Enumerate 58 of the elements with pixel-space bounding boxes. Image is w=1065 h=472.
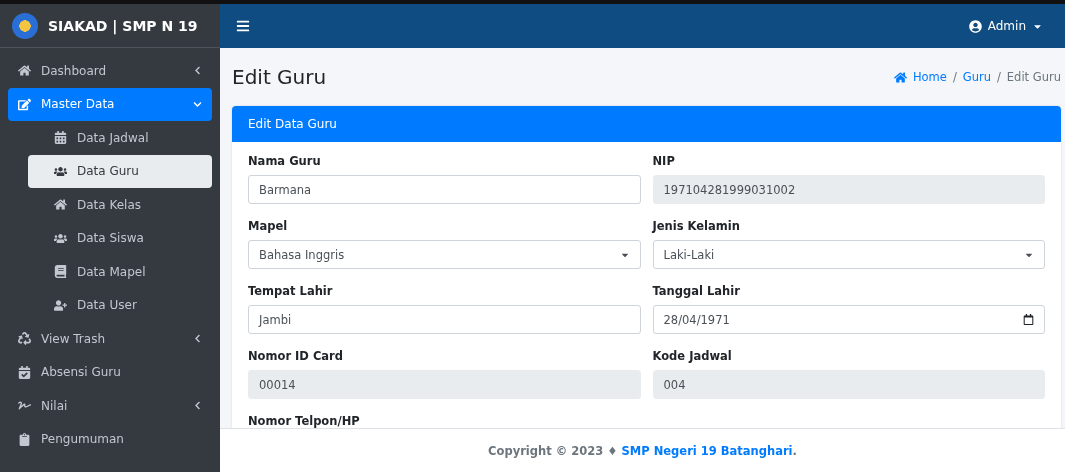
field-label: Tanggal Lahir — [652, 284, 741, 298]
calendar-icon — [54, 131, 67, 145]
menu-item[interactable]: Absensi Guru — [8, 355, 212, 389]
field-label: Kode Jadwal — [652, 349, 733, 363]
submenu-item[interactable]: Data Kelas — [28, 188, 212, 222]
breadcrumb-separator: / — [952, 70, 957, 84]
clipboard-icon — [18, 432, 31, 446]
recycle-icon — [18, 332, 31, 346]
breadcrumb-text: Edit Guru — [1006, 70, 1061, 84]
brand-title: SIAKAD | SMP N 19 — [48, 17, 198, 34]
submenu-item[interactable]: Data Mapel — [28, 255, 212, 289]
user-plus-icon — [54, 298, 67, 312]
menu-item[interactable]: Master Data — [8, 87, 212, 121]
calendar-icon — [1023, 314, 1034, 325]
breadcrumb-link[interactable]: Guru — [962, 70, 991, 84]
chevron-left-icon — [193, 334, 202, 344]
users-icon — [54, 231, 67, 245]
menu-icon[interactable] — [236, 19, 250, 33]
users-icon — [54, 164, 67, 178]
date-field[interactable]: 28/04/1971 — [652, 305, 1045, 334]
page-title: Edit Guru — [232, 65, 327, 89]
submenu-item[interactable]: Data Jadwal — [28, 121, 212, 155]
field-label: Tempat Lahir — [248, 284, 334, 298]
field-label: Nomor ID Card — [248, 349, 344, 363]
submenu-item[interactable]: Data Guru — [28, 154, 212, 188]
menu-item[interactable]: View Trash — [8, 322, 212, 356]
edit-icon — [18, 97, 31, 111]
field-label: Jenis Kelamin — [652, 219, 741, 233]
field-label: Nomor Telpon/HP — [248, 414, 361, 428]
menu-item[interactable]: Nilai — [8, 389, 212, 423]
home-icon — [893, 70, 907, 84]
breadcrumb-separator: / — [996, 70, 1001, 84]
breadcrumb-link[interactable]: Home — [912, 70, 947, 84]
home-icon — [54, 198, 67, 212]
field-label: Nama Guru — [248, 154, 322, 168]
select-field[interactable]: Laki-Laki — [652, 240, 1045, 269]
input-field[interactable]: Barmana — [248, 175, 641, 204]
chevron-left-icon — [193, 66, 202, 76]
menu-item[interactable]: Pengumuman — [8, 422, 212, 456]
menu-item[interactable]: Dashboard — [8, 54, 212, 88]
submenu-item[interactable]: Data User — [28, 288, 212, 322]
field-label: Mapel — [248, 219, 289, 233]
logo-icon — [12, 12, 38, 39]
submenu-item[interactable]: Data Siswa — [28, 221, 212, 255]
chevron-down-icon — [193, 99, 202, 109]
user-icon — [968, 19, 982, 33]
copyright-text: Copyright © 2023 ♦ — [488, 443, 618, 458]
card-header: Edit Data Guru — [232, 106, 1061, 142]
calendar-check-icon — [18, 365, 31, 379]
user-menu-button[interactable]: Admin — [962, 18, 1049, 34]
select-field[interactable]: Bahasa Inggris — [248, 240, 641, 269]
chevron-left-icon — [193, 401, 202, 411]
input-field[interactable]: Jambi — [248, 305, 641, 334]
field-label: NIP — [652, 154, 676, 168]
home-icon — [18, 64, 31, 78]
school-link[interactable]: SMP Negeri 19 Batanghari — [621, 443, 793, 458]
footer-period: . — [792, 443, 797, 458]
book-icon — [54, 265, 67, 279]
